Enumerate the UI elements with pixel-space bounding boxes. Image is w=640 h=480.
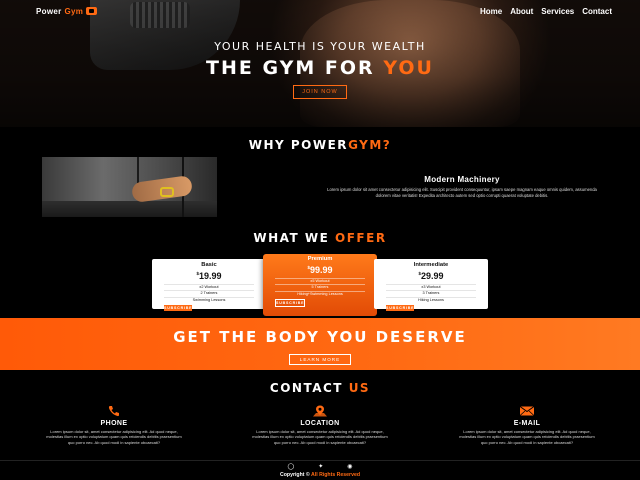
footer: ◯ ✦ ◉ Copyright © All Rights Reserved (0, 460, 640, 480)
cta-banner: GET THE BODY YOU DESERVE LEARN MORE (0, 318, 640, 370)
plan-price: $99.99 (307, 265, 333, 275)
plan-card-premium: Premium $99.99 x5 Workout 5 Trainers Hik… (263, 254, 377, 316)
plan-price: $19.99 (196, 271, 222, 281)
subscribe-basic-button[interactable]: SUBSCRIBE (164, 304, 193, 311)
pricing-plans: Basic $19.99 x2 Workout 2 Trainers Swimm… (150, 254, 490, 316)
instagram-icon[interactable]: ◯ (288, 463, 295, 470)
nav-links: Home About Services Contact (480, 7, 612, 16)
contact-email: E-MAIL Lorem ipsum dolor sit, amet conse… (457, 405, 597, 445)
hero-subtitle: YOUR HEALTH IS YOUR WEALTH (214, 40, 426, 53)
plan-card-intermediate: Intermediate $29.99 x3 Workout 3 Trainer… (374, 259, 488, 311)
nav-link-home[interactable]: Home (480, 7, 502, 16)
nav-link-services[interactable]: Services (541, 7, 574, 16)
banner-title: GET THE BODY YOU DESERVE (173, 328, 467, 346)
contact-location: LOCATION Lorem ipsum dolor sit, amet con… (250, 405, 390, 445)
join-now-button[interactable]: JOIN NOW (293, 85, 347, 99)
nav-link-contact[interactable]: Contact (582, 7, 612, 16)
email-icon (519, 406, 535, 416)
plan-card-basic: Basic $19.99 x2 Workout 2 Trainers Swimm… (152, 259, 266, 311)
feature-description: Lorem ipsum dolor sit amet consectetur a… (327, 187, 597, 198)
subscribe-intermediate-button[interactable]: SUBSCRIBE (386, 304, 415, 311)
phone-icon (108, 406, 119, 417)
facebook-icon[interactable]: ◉ (347, 463, 352, 470)
contact-section-title: CONTACT US (269, 381, 371, 395)
subscribe-premium-button[interactable]: SUBSCRIBE (275, 298, 306, 307)
plan-feature: Hiking Lessons (386, 296, 476, 303)
why-feature: Modern Machinery Lorem ipsum dolor sit a… (322, 175, 602, 199)
nav-link-about[interactable]: About (510, 7, 533, 16)
navbar: Power Gym Home About Services Contact (0, 0, 640, 22)
feature-heading: Modern Machinery (424, 175, 500, 184)
why-section-title: WHY POWERGYM? (248, 138, 392, 152)
plan-feature: Swimming Lessons (164, 296, 254, 303)
twitter-icon[interactable]: ✦ (318, 463, 323, 470)
logo[interactable]: Power Gym (36, 7, 98, 16)
social-links: ◯ ✦ ◉ (0, 463, 640, 470)
learn-more-button[interactable]: LEARN MORE (288, 354, 352, 365)
plan-feature: Hiking+Swimming Lessons (275, 290, 365, 297)
hero-title: THE GYM FOR YOU (206, 57, 434, 79)
gym-logo-icon (86, 7, 98, 15)
copyright: Copyright © All Rights Reserved (279, 472, 361, 478)
offer-section-title: WHAT WE OFFER (253, 231, 387, 245)
location-icon (313, 405, 327, 417)
plan-price: $29.99 (418, 271, 444, 281)
machinery-image (42, 157, 217, 217)
contact-phone: PHONE Lorem ipsum dolor sit, amet consec… (44, 405, 184, 445)
hero-text: YOUR HEALTH IS YOUR WEALTH THE GYM FOR Y… (0, 40, 640, 99)
